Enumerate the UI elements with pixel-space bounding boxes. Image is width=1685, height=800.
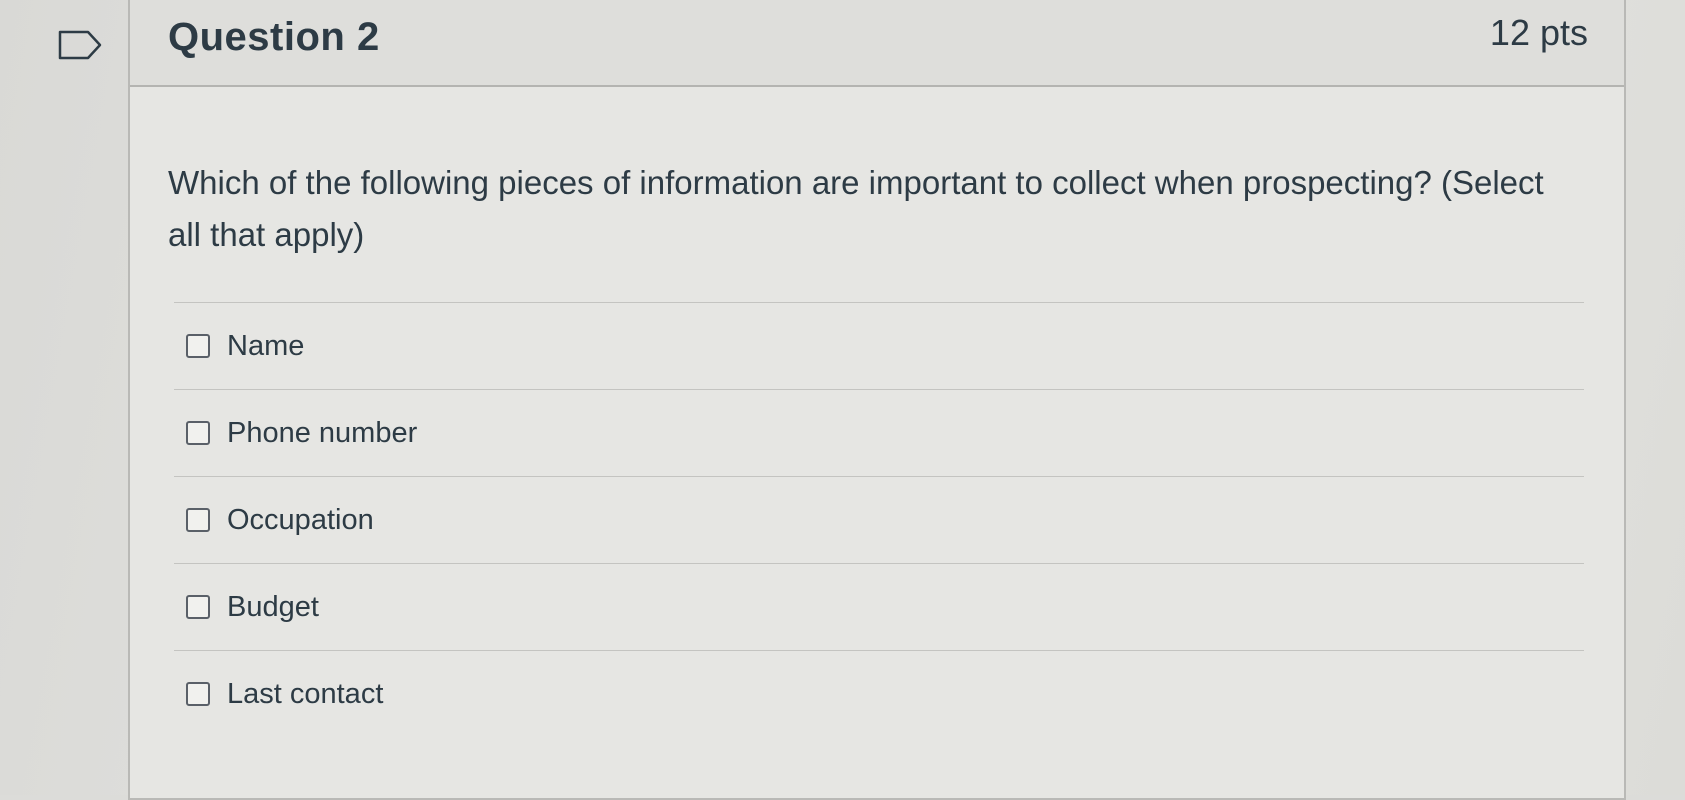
question-points: 12 pts (1489, 12, 1588, 53)
answer-checkbox[interactable] (186, 508, 210, 532)
answer-option-phone-number[interactable]: Phone number (174, 389, 1584, 476)
answer-label: Name (227, 329, 305, 362)
answer-checkbox[interactable] (186, 595, 210, 619)
question-header: Question 2 12 pts (130, 0, 1624, 87)
answer-option-occupation[interactable]: Occupation (174, 476, 1584, 563)
question-card: Question 2 12 pts Which of the following… (128, 0, 1626, 800)
answer-label: Last contact (227, 677, 384, 710)
answer-label: Budget (227, 590, 319, 623)
answer-checkbox[interactable] (186, 334, 210, 358)
answer-checkbox[interactable] (186, 682, 210, 706)
answer-option-last-contact[interactable]: Last contact (174, 650, 1584, 737)
question-text: Which of the following pieces of informa… (168, 164, 1544, 253)
answer-checkbox[interactable] (186, 421, 210, 445)
answer-option-budget[interactable]: Budget (174, 563, 1584, 650)
flag-question-icon[interactable] (58, 30, 102, 60)
answer-option-name[interactable]: Name (174, 302, 1584, 389)
question-title: Question 2 (168, 15, 380, 59)
answer-list: Name Phone number Occupation Budget Last… (174, 302, 1584, 737)
answer-label: Phone number (227, 416, 418, 449)
answer-label: Occupation (227, 503, 374, 536)
